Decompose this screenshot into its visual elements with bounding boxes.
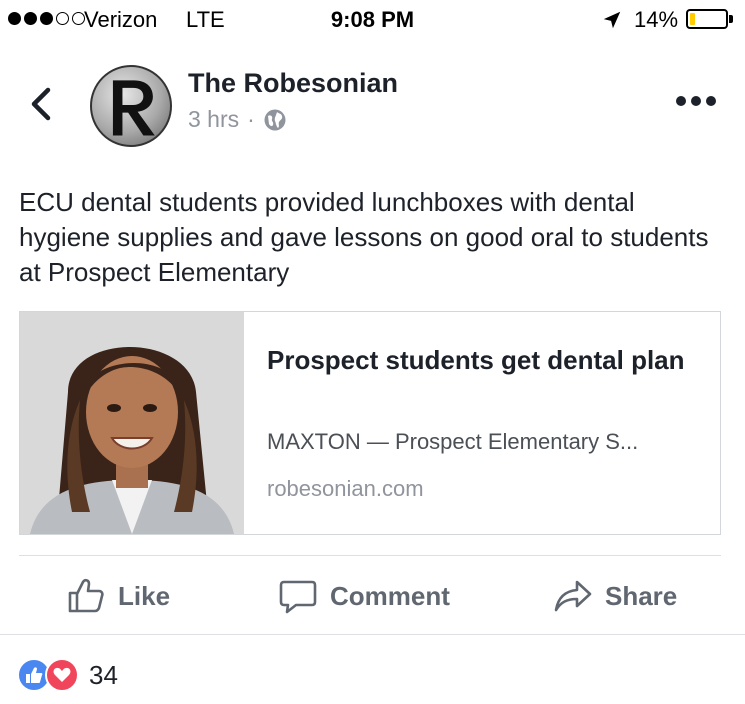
battery-percent: 14% <box>634 7 679 32</box>
divider <box>0 634 745 635</box>
post-meta: 3 hrs · <box>188 106 287 133</box>
thumbs-up-icon <box>68 578 104 613</box>
more-dots-icon[interactable] <box>676 96 716 106</box>
link-preview-card[interactable]: Prospect students get dental plan MAXTON… <box>19 311 721 535</box>
post-timestamp[interactable]: 3 hrs <box>188 106 239 133</box>
page-name[interactable]: The Robesonian <box>188 68 398 99</box>
share-button[interactable]: Share <box>553 572 677 620</box>
comment-button[interactable]: Comment <box>278 572 450 620</box>
heart-icon <box>45 658 79 692</box>
robesonian-logo <box>112 80 155 136</box>
globe-icon <box>264 109 286 130</box>
battery-tip <box>729 15 733 23</box>
link-domain: robesonian.com <box>267 476 424 501</box>
battery-icon <box>686 9 728 29</box>
meta-separator: · <box>247 106 255 132</box>
comment-label: Comment <box>330 580 450 611</box>
link-description: MAXTON — Prospect Elementary S... <box>267 429 639 454</box>
chevron-left-icon[interactable] <box>26 84 56 124</box>
battery-level-fill <box>690 13 695 25</box>
like-label: Like <box>118 580 171 611</box>
page-avatar[interactable] <box>90 65 172 147</box>
comment-icon <box>279 580 317 614</box>
link-title[interactable]: Prospect students get dental plan <box>267 342 687 378</box>
like-button[interactable]: Like <box>66 572 170 620</box>
reactions-summary[interactable]: 34 <box>17 658 118 692</box>
link-thumbnail <box>20 312 244 534</box>
share-label: Share <box>605 580 678 611</box>
status-bar: Verizon LTE 9:08 PM 14% <box>0 0 745 40</box>
location-arrow-icon <box>603 11 621 29</box>
reaction-count: 34 <box>89 659 118 690</box>
post-text: ECU dental students provided lunchboxes … <box>19 187 709 287</box>
divider <box>19 555 721 556</box>
share-arrow-icon <box>554 580 592 612</box>
